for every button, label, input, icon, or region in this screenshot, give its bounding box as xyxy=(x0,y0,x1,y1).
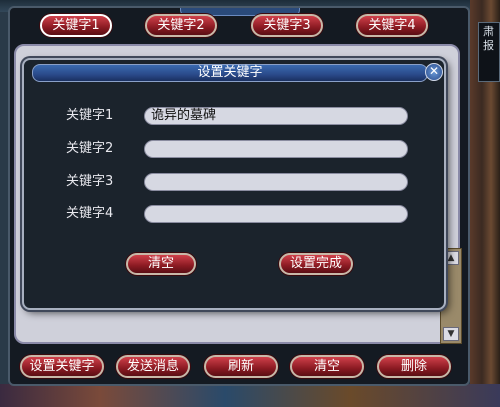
keyword-2-input[interactable] xyxy=(144,140,408,158)
game-background-bottom xyxy=(0,384,500,407)
tab-keyword-1[interactable]: 关键字1 xyxy=(40,14,112,37)
tab-keyword-4[interactable]: 关键字4 xyxy=(356,14,428,37)
keyword-4-input[interactable] xyxy=(144,205,408,223)
keyword-1-input[interactable]: 诡异的墓碑 xyxy=(144,107,408,125)
refresh-button[interactable]: 刷新 xyxy=(204,355,278,378)
keyword-3-label: 关键字3 xyxy=(66,174,114,189)
done-button[interactable]: 设置完成 xyxy=(279,253,353,275)
set-keyword-dialog: 设置关键字 ✕ 关键字1 诡异的墓碑 关键字2 关键字3 关键字4 清空 设置完… xyxy=(22,58,446,310)
keyword-3-input[interactable] xyxy=(144,173,408,191)
dialog-title: 设置关键字 xyxy=(32,64,428,82)
clear-list-button[interactable]: 清空 xyxy=(290,355,364,378)
tab-keyword-2[interactable]: 关键字2 xyxy=(145,14,217,37)
close-icon[interactable]: ✕ xyxy=(425,63,443,81)
keyword-4-label: 关键字4 xyxy=(66,206,114,221)
delete-button[interactable]: 删除 xyxy=(377,355,451,378)
keyword-2-label: 关键字2 xyxy=(66,141,114,156)
clear-button[interactable]: 清空 xyxy=(126,253,196,275)
side-panel-text: 肃 报 xyxy=(478,22,500,82)
set-keyword-button[interactable]: 设置关键字 xyxy=(20,355,104,378)
arrow-down-icon[interactable]: ▼ xyxy=(443,327,459,341)
send-message-button[interactable]: 发送消息 xyxy=(116,355,190,378)
keyword-1-label: 关键字1 xyxy=(66,108,114,123)
tab-keyword-3[interactable]: 关键字3 xyxy=(251,14,323,37)
